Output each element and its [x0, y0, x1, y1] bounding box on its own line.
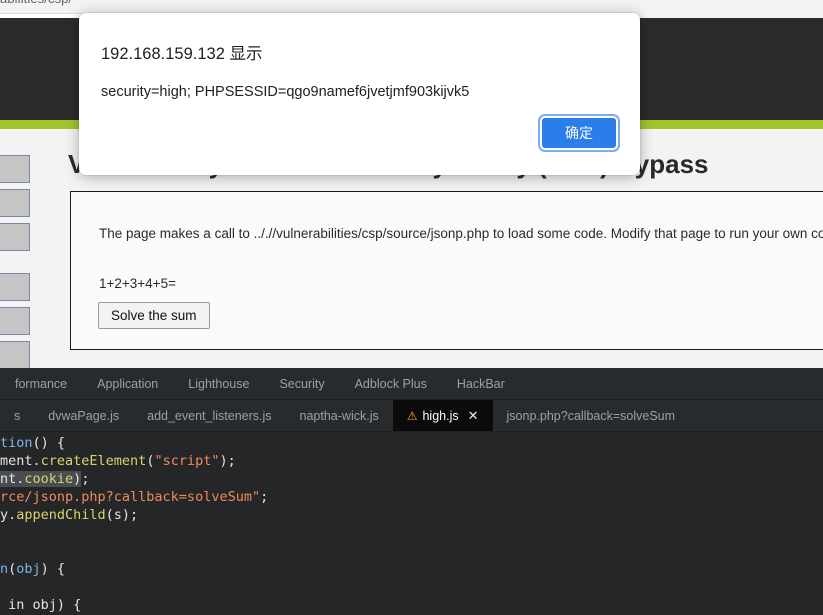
code-token: createElement [40, 453, 147, 469]
code-token: n [0, 561, 9, 577]
devtools-tab-hackbar[interactable]: HackBar [442, 377, 520, 391]
file-tab-label: add_event_listeners.js [147, 408, 272, 423]
devtools-tab-security[interactable]: Security [264, 377, 339, 391]
code-line: in obj) { [0, 596, 823, 614]
sidebar-item[interactable] [0, 189, 30, 217]
solve-the-sum-button[interactable]: Solve the sum [98, 302, 210, 329]
devtools-panel: formance Application Lighthouse Security Adb… [0, 368, 823, 615]
code-token: ); [219, 453, 236, 469]
devtools-tab-adblock-plus[interactable]: Adblock Plus [340, 377, 442, 391]
sidebar-item[interactable] [0, 223, 30, 251]
file-tab-label: s [14, 408, 21, 423]
code-line: ment.createElement("script"); [0, 452, 823, 470]
code-token: appendChild [16, 507, 106, 523]
source-code-viewer[interactable]: tion() {ment.createElement("script"); nt.… [0, 432, 823, 615]
code-token: (s); [105, 507, 139, 523]
code-token: nt. [0, 471, 25, 487]
code-token: ; [81, 471, 90, 487]
sum-prompt: 1+2+3+4+5= [99, 276, 176, 291]
file-tab-naptha-wick-js[interactable]: naptha-wick.js [286, 400, 393, 431]
warning-icon: ⚠ [406, 408, 418, 423]
sidebar-item[interactable] [0, 273, 30, 301]
file-tab-dvwapage-js[interactable]: dvwaPage.js [34, 400, 133, 431]
code-line: n(obj) { [0, 560, 823, 578]
devtools-file-tabbar: s dvwaPage.js add_event_listeners.js naptha… [0, 400, 823, 432]
dialog-title: 192.168.159.132 显示 [101, 45, 263, 63]
code-token: obj [16, 561, 41, 577]
code-line: tion() { [0, 434, 823, 452]
file-tab-s[interactable]: s [0, 400, 34, 431]
vulnerability-panel: The page makes a call to .././/vulnerabi… [70, 191, 823, 350]
devtools-tab-lighthouse[interactable]: Lighthouse [173, 377, 264, 391]
close-icon[interactable]: ✕ [468, 408, 479, 424]
code-token: y. [0, 507, 17, 523]
file-tab-label: naptha-wick.js [299, 408, 379, 423]
file-tab-jsonp-php-callback-solvesum[interactable]: jsonp.php?callback=solveSum [493, 400, 690, 431]
code-token: in obj) { [0, 597, 82, 613]
code-line: y.appendChild(s); [0, 506, 823, 524]
code-token: tion [0, 435, 33, 451]
file-tab-add-event-listeners-js[interactable]: add_event_listeners.js [133, 400, 285, 431]
code-token: ment. [0, 453, 41, 469]
code-line: nt.cookie); [0, 470, 823, 488]
file-tab-label: dvwaPage.js [48, 408, 120, 423]
sidebar-item[interactable] [0, 155, 30, 183]
devtools-tab-application[interactable]: Application [82, 377, 173, 391]
code-token: ; [260, 489, 269, 505]
dialog-message: security=high; PHPSESSID=qgo9namef6jvetj… [101, 84, 470, 100]
devtools-tab-formance[interactable]: formance [0, 377, 82, 391]
file-tab-high-js[interactable]: ⚠ high.js ✕ [392, 400, 493, 431]
sidebar-item[interactable] [0, 307, 30, 335]
sidebar-divider [0, 257, 30, 273]
code-line: rce/jsonp.php?callback=solveSum"; [0, 488, 823, 506]
dialog-ok-button[interactable]: 确定 [540, 116, 618, 150]
sidebar-nav[interactable] [0, 155, 30, 368]
code-token: () { [32, 435, 66, 451]
javascript-alert-dialog: 192.168.159.132 显示 security=high; PHPSES… [79, 13, 640, 175]
code-token: "script" [154, 453, 220, 469]
code-token: cookie [24, 471, 74, 487]
screen: abilities/csp/ Vulnerability: Content Se… [0, 0, 823, 615]
code-token: ) { [40, 561, 66, 577]
devtools-panel-tabbar: formance Application Lighthouse Security Adb… [0, 368, 823, 400]
address-bar-url[interactable]: abilities/csp/ [0, 0, 72, 6]
code-token: rce/jsonp.php?callback=solveSum" [0, 489, 261, 505]
file-tab-label: high.js [422, 408, 459, 423]
file-tab-label: jsonp.php?callback=solveSum [506, 408, 676, 423]
sidebar-item[interactable] [0, 341, 30, 368]
panel-description: The page makes a call to .././/vulnerabi… [99, 226, 823, 241]
